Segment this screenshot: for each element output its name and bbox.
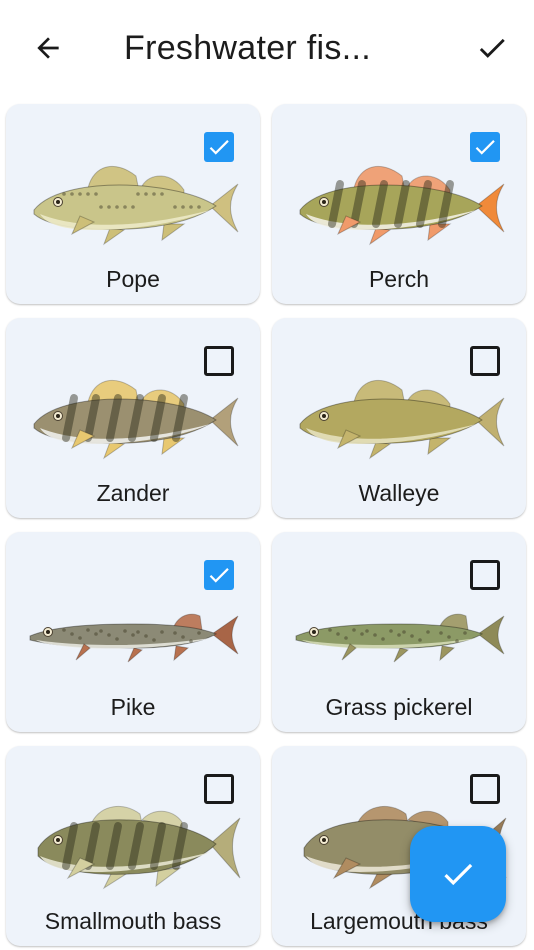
fish-selection-screen: Freshwater fis... Pope Perch Zander Wall… (0, 0, 534, 950)
fish-anal-fin (427, 437, 452, 456)
fish-tail (475, 397, 505, 447)
fish-pelvic-fin (368, 227, 392, 246)
fish-anal-fin (439, 645, 456, 662)
fish-illustration (295, 613, 505, 663)
fish-name-label: Grass pickerel (325, 694, 473, 720)
fish-illustration (299, 380, 505, 460)
fish-name-label: Pike (110, 694, 156, 720)
fish-pelvic-fin (368, 441, 392, 460)
fish-pelvic-fin (393, 647, 410, 663)
fish-pelvic-fin (102, 227, 126, 246)
fish-name-label: Zander (96, 480, 170, 506)
fish-tail (209, 183, 239, 233)
fish-card-perch[interactable]: Perch (272, 104, 526, 304)
fish-pelvic-fin (102, 441, 126, 460)
fish-tail (209, 817, 241, 879)
check-icon (444, 863, 473, 886)
top-app-bar: Freshwater fis... (0, 0, 534, 96)
fish-tail (475, 183, 505, 233)
save-fab-button[interactable] (410, 826, 506, 922)
fish-illustration (33, 380, 239, 460)
fish-anal-fin (173, 645, 190, 662)
fish-name-label: Perch (368, 266, 430, 292)
fish-name-label: Walleye (358, 480, 440, 506)
fish-illustration (37, 806, 241, 890)
fish-anal-fin (161, 223, 186, 242)
fish-card-pike[interactable]: Pike (6, 532, 260, 732)
fish-tail (209, 397, 239, 447)
back-button[interactable] (24, 24, 72, 72)
page-title: Freshwater fis... (124, 29, 371, 67)
arrow-left-icon (37, 37, 59, 59)
fish-tail (477, 615, 505, 655)
fish-card-zander[interactable]: Zander (6, 318, 260, 518)
fish-card-grass-pickerel[interactable]: Grass pickerel (272, 532, 526, 732)
fish-name-label: Pope (106, 266, 160, 292)
fish-illustration (33, 166, 239, 246)
fish-grid: Pope Perch Zander Walleye Pike Grass pic… (6, 104, 526, 946)
confirm-button[interactable] (468, 24, 516, 72)
fish-card-smallmouth-bass[interactable]: Smallmouth bass (6, 746, 260, 946)
fish-card-pope[interactable]: Pope (6, 104, 260, 304)
fish-card-walleye[interactable]: Walleye (272, 318, 526, 518)
fish-illustration (299, 166, 505, 246)
check-icon (479, 38, 505, 58)
fish-tail (211, 615, 239, 655)
fish-illustration (29, 613, 239, 663)
fish-name-label: Smallmouth bass (44, 908, 222, 934)
fish-pelvic-fin (127, 647, 144, 663)
